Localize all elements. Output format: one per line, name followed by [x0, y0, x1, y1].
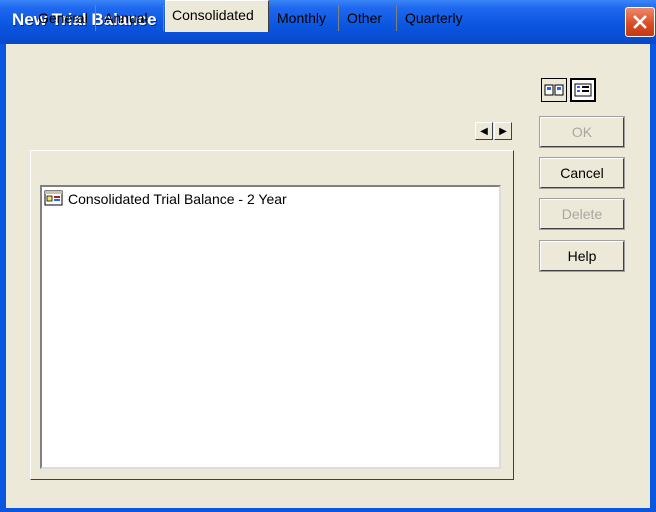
- arrow-left-icon: ◀: [480, 125, 488, 137]
- tab-consolidated[interactable]: Consolidated: [165, 0, 269, 32]
- tab-label: Monthly: [277, 10, 327, 26]
- tab-monthly[interactable]: Monthly: [271, 5, 339, 31]
- tab-label: Other: [347, 10, 383, 26]
- tab-general[interactable]: General: [32, 5, 96, 31]
- tab-label: Consolidated: [172, 7, 254, 23]
- list-item[interactable]: Consolidated Trial Balance - 2 Year: [44, 189, 287, 209]
- tab-scroll-right-button[interactable]: ▶: [494, 122, 512, 140]
- tab-quarterly[interactable]: Quarterly: [399, 5, 473, 31]
- large-icons-view-icon: [544, 84, 564, 96]
- tab-label: Quarterly: [405, 10, 463, 26]
- close-button[interactable]: [625, 7, 655, 37]
- ok-button[interactable]: OK: [539, 116, 625, 148]
- list-view-icon: [574, 83, 592, 97]
- cancel-button[interactable]: Cancel: [539, 157, 625, 189]
- large-icons-view-button[interactable]: [541, 78, 567, 102]
- arrow-right-icon: ▶: [499, 125, 507, 137]
- tab-label: General: [38, 10, 88, 26]
- tab-annual[interactable]: Annual: [98, 5, 164, 31]
- tab-label: Annual: [104, 10, 148, 26]
- delete-button[interactable]: Delete: [539, 198, 625, 230]
- tab-other[interactable]: Other: [341, 5, 397, 31]
- list-item-label: Consolidated Trial Balance - 2 Year: [68, 191, 287, 207]
- template-list[interactable]: Consolidated Trial Balance - 2 Year: [40, 185, 501, 469]
- document-icon: [44, 190, 63, 206]
- help-button[interactable]: Help: [539, 240, 625, 272]
- close-icon: [633, 15, 647, 29]
- tab-scroll-left-button[interactable]: ◀: [475, 122, 493, 140]
- list-view-button[interactable]: [570, 78, 596, 102]
